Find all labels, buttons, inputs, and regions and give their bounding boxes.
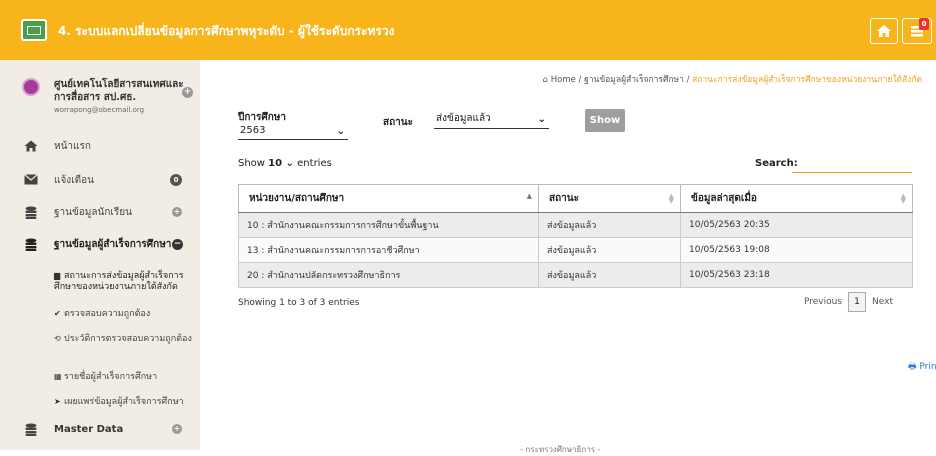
status-value: ส่งข้อมูลแล้ว	[436, 113, 491, 124]
column-header-org[interactable]: หน่วยงาน/สถานศึกษา ▲	[238, 184, 539, 213]
sidebar-item-label: ฐานข้อมูลผู้สำเร็จการศึกษา	[54, 238, 172, 250]
envelope-icon	[24, 174, 38, 186]
database-icon	[24, 206, 38, 219]
column-header-status[interactable]: สถานะ ▲ ▼	[538, 184, 681, 213]
status-label: สถานะ	[383, 117, 413, 128]
sidebar-subitem-verify[interactable]: ✔ ตรวจสอบความถูกต้อง	[54, 308, 194, 320]
breadcrumb-level1[interactable]: ฐานข้อมูลผู้สำเร็จการศึกษา	[584, 75, 684, 85]
printer-icon: 🖶	[908, 362, 917, 372]
column-header-updated[interactable]: ข้อมูลล่าสุดเมื่อ ▲ ▼	[680, 184, 913, 213]
chevron-down-icon: ⌄	[336, 126, 345, 137]
sort-asc-icon: ▲	[526, 192, 532, 200]
database-icon	[24, 423, 38, 436]
year-select[interactable]: 2563 ⌄	[238, 123, 348, 140]
home-icon	[877, 25, 891, 37]
cell-status: ส่งข้อมูลแล้ว	[538, 212, 681, 238]
cell-org: 10 : สำนักงานคณะกรรมการการศึกษาขั้นพื้นฐ…	[238, 212, 539, 238]
home-icon: ⌂	[542, 75, 548, 85]
sidebar-item-master-data[interactable]: Master Data +	[0, 417, 200, 441]
data-table: หน่วยงาน/สถานศึกษา ▲ สถานะ ▲ ▼ ข้อมูลล่าสุด…	[238, 184, 913, 288]
sidebar-item-student-db[interactable]: ฐานข้อมูลนักเรียน +	[0, 200, 200, 224]
next-button[interactable]: Next	[872, 297, 893, 307]
cell-status: ส่งข้อมูลแล้ว	[538, 237, 681, 263]
check-icon: ✔	[54, 309, 61, 318]
sidebar-subitem-label: รายชื่อผู้สำเร็จการศึกษา	[64, 372, 158, 382]
sidebar-item-label: Master Data	[54, 423, 124, 435]
table-header-row: หน่วยงาน/สถานศึกษา ▲ สถานะ ▲ ▼ ข้อมูลล่าสุด…	[238, 184, 913, 213]
history-icon: ⟲	[54, 334, 61, 343]
table-row: 13 : สำนักงานคณะกรรมการการอาชีวศึกษา ส่ง…	[238, 237, 913, 263]
expand-icon[interactable]: +	[172, 207, 182, 217]
sidebar-subitem-status[interactable]: ▆ สถานะการส่งข้อมูลผู้สำเร็จการศึกษาของหน…	[54, 270, 194, 293]
sidebar-item-home[interactable]: หน้าแรก	[0, 134, 200, 158]
sidebar-subitem-label: สถานะการส่งข้อมูลผู้สำเร็จการศึกษาของหน่…	[54, 271, 184, 292]
home-button[interactable]	[870, 18, 898, 44]
home-icon	[24, 140, 38, 152]
cell-updated: 10/05/2563 19:08	[680, 237, 913, 263]
sidebar-item-label: หน้าแรก	[54, 140, 91, 152]
sidebar-item-graduate-db[interactable]: ฐานข้อมูลผู้สำเร็จการศึกษา −	[0, 232, 200, 256]
expand-icon[interactable]: +	[172, 424, 182, 434]
notification-count-badge: 0	[170, 174, 182, 186]
collapse-icon[interactable]: −	[172, 238, 183, 250]
table-icon: ▆	[54, 271, 61, 280]
sidebar-subitem-history[interactable]: ⟲ ประวัติการตรวจสอบความถูกต้อง	[54, 333, 194, 345]
cell-org: 13 : สำนักงานคณะกรรมการการอาชีวศึกษา	[238, 237, 539, 263]
page-button[interactable]: 1	[848, 292, 867, 312]
sort-icon: ▲ ▼	[668, 192, 674, 205]
list-icon: ▦	[54, 372, 62, 381]
sidebar-subitem-label: ตรวจสอบความถูกต้อง	[64, 309, 151, 319]
previous-button[interactable]: Previous	[804, 297, 842, 307]
search-input[interactable]	[792, 157, 912, 173]
database-icon	[24, 238, 38, 251]
app-title: 4. ระบบแลกเปลี่ยนข้อมูลการศึกษาพหุระดับ …	[58, 24, 395, 38]
print-label: Print	[919, 362, 936, 372]
send-icon: ➤	[54, 397, 61, 406]
breadcrumb-home[interactable]: Home	[551, 75, 576, 85]
main-content: ⌂ Home / ฐานข้อมูลผู้สำเร็จการศึกษา / สถ…	[200, 60, 936, 454]
cell-updated: 10/05/2563 23:18	[680, 262, 913, 288]
sidebar-subitem-label: เผยแพร่ข้อมูลผู้สำเร็จการศึกษา	[64, 397, 184, 407]
pagination: Previous 1 Next	[798, 292, 899, 312]
sidebar-subitem-publish[interactable]: ➤ เผยแพร่ข้อมูลผู้สำเร็จการศึกษา	[54, 396, 194, 408]
chevron-down-icon: ⌄	[537, 114, 546, 125]
table-info: Showing 1 to 3 of 3 entries	[238, 298, 360, 308]
sort-icon: ▲ ▼	[900, 192, 906, 205]
cell-status: ส่งข้อมูลแล้ว	[538, 262, 681, 288]
entries-prefix: Show	[238, 158, 265, 169]
top-bar: 4. ระบบแลกเปลี่ยนข้อมูลการศึกษาพหุระดับ …	[0, 0, 936, 60]
entries-control: Show 10 ⌄ entries	[238, 158, 332, 169]
notification-badge: 0	[919, 18, 929, 30]
app-logo-icon	[21, 19, 47, 41]
year-value: 2563	[240, 125, 266, 136]
sidebar-item-label: ฐานข้อมูลนักเรียน	[54, 206, 132, 218]
sidebar: ศูนย์เทคโนโลยีสารสนเทศและการสื่อสาร สป.ศ…	[0, 60, 200, 450]
notifications-button[interactable]: 0	[902, 18, 932, 44]
cell-org: 20 : สำนักงานปลัดกระทรวงศึกษาธิการ	[238, 262, 539, 288]
sidebar-item-label: แจ้งเตือน	[54, 174, 94, 186]
sidebar-subitem-label: ประวัติการตรวจสอบความถูกต้อง	[64, 334, 192, 344]
org-logo-icon	[22, 78, 40, 96]
cell-updated: 10/05/2563 20:35	[680, 212, 913, 238]
org-expand-button[interactable]: +	[182, 87, 193, 98]
status-select[interactable]: ส่งข้อมูลแล้ว ⌄	[434, 111, 549, 129]
table-row: 10 : สำนักงานคณะกรรมการการศึกษาขั้นพื้นฐ…	[238, 212, 913, 238]
page-size-value: 10	[268, 158, 283, 169]
table-row: 20 : สำนักงานปลัดกระทรวงศึกษาธิการ ส่งข้…	[238, 262, 913, 288]
entries-suffix: entries	[297, 158, 332, 169]
page-size-select[interactable]: 10 ⌄	[268, 158, 294, 169]
show-button[interactable]: Show	[585, 109, 625, 132]
org-name: ศูนย์เทคโนโลยีสารสนเทศและการสื่อสาร สป.ศ…	[54, 79, 184, 103]
sidebar-subitem-graduate-list[interactable]: ▦ รายชื่อผู้สำเร็จการศึกษา	[54, 371, 194, 383]
breadcrumb-current: สถานะการส่งข้อมูลผู้สำเร็จการศึกษาของหน่…	[692, 75, 922, 85]
chevron-down-icon: ⌄	[285, 158, 294, 169]
org-email: worrapong@obecmail.org	[54, 106, 145, 114]
print-button[interactable]: 🖶 Print	[908, 359, 936, 375]
sidebar-item-notifications[interactable]: แจ้งเตือน 0	[0, 168, 200, 192]
breadcrumb: ⌂ Home / ฐานข้อมูลผู้สำเร็จการศึกษา / สถ…	[542, 75, 922, 85]
